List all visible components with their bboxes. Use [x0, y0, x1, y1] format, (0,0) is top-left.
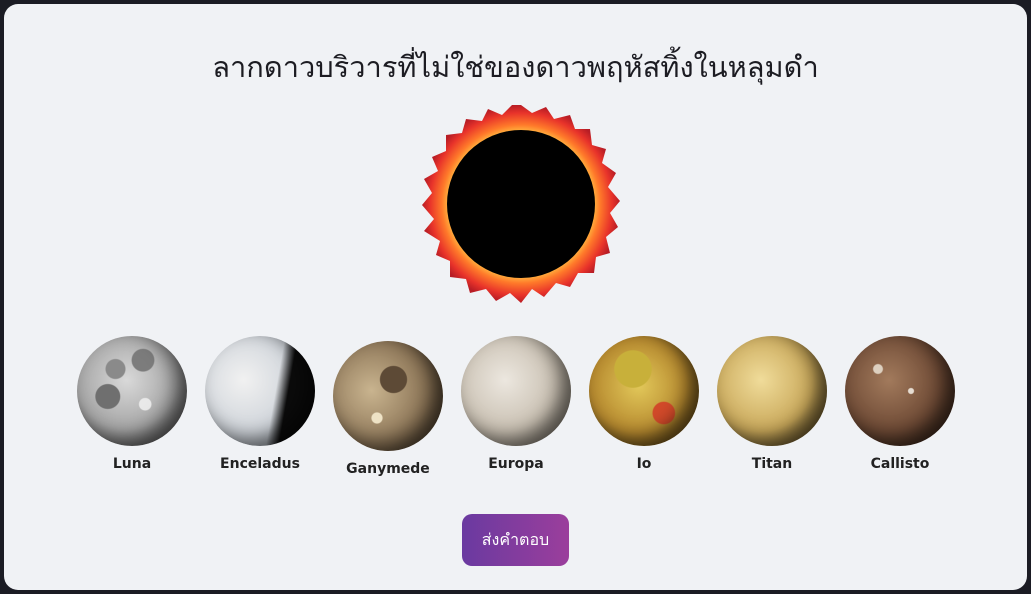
moon-label: Luna [112, 456, 152, 472]
moon-label: Ganymede [346, 461, 430, 477]
game-card: ลากดาวบริวารที่ไม่ใช่ของดาวพฤหัสทิ้งในหล… [4, 4, 1027, 590]
moon-luna[interactable]: Luna [76, 336, 188, 472]
moon-ganymede[interactable]: Ganymede [332, 341, 444, 477]
moon-image [589, 336, 699, 446]
moon-titan[interactable]: Titan [716, 336, 828, 472]
moon-label: Io [636, 456, 652, 472]
moon-image [77, 336, 187, 446]
moon-image [461, 336, 571, 446]
moon-label: Europa [488, 456, 544, 472]
moon-europa[interactable]: Europa [460, 336, 572, 472]
moon-label: Titan [751, 456, 793, 472]
moon-image [333, 341, 443, 451]
moon-io[interactable]: Io [588, 336, 700, 472]
moon-label: Enceladus [220, 456, 300, 472]
moon-enceladus[interactable]: Enceladus [204, 336, 316, 472]
moon-label: Callisto [870, 456, 930, 472]
moon-image [845, 336, 955, 446]
moon-list: Luna Enceladus Ganymede Europa Io Titan Callis… [4, 4, 1027, 590]
submit-button[interactable]: ส่งคำตอบ [462, 514, 569, 566]
moon-image [717, 336, 827, 446]
moon-callisto[interactable]: Callisto [844, 336, 956, 472]
moon-image [205, 336, 315, 446]
